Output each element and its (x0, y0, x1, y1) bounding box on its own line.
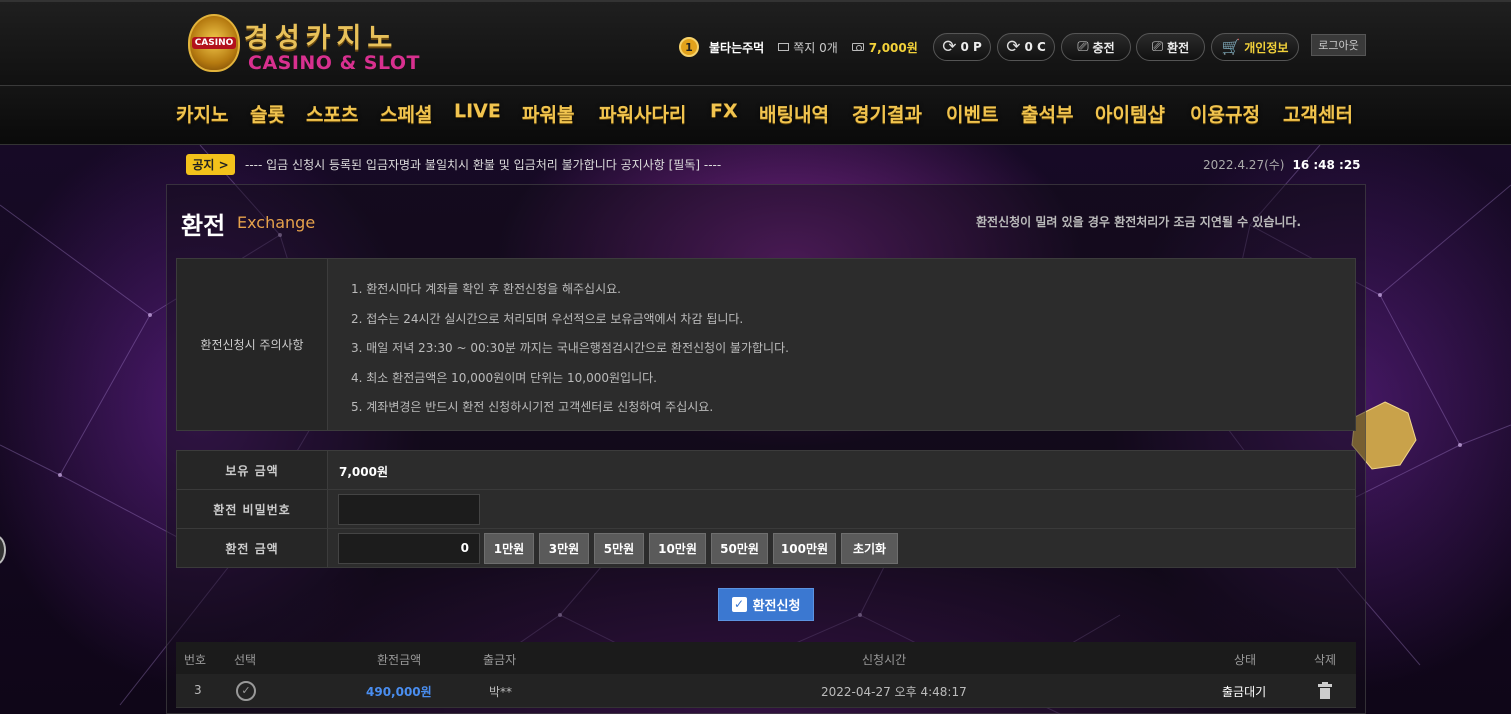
nav-power-ladder[interactable]: 파워사다리 (599, 100, 686, 127)
emblem-text: CASINO (191, 37, 237, 49)
balance-amount: 7,000원 (339, 465, 388, 479)
reset-button[interactable]: 초기화 (841, 533, 898, 564)
col-time: 신청시간 (862, 653, 907, 667)
comp-button[interactable]: ⟳ 0 C (997, 33, 1055, 61)
col-amount: 환전금액 (377, 653, 422, 667)
refresh-icon: ⟳ (1006, 37, 1021, 57)
deposit-label: 충전 (1092, 40, 1115, 55)
add-100k-button[interactable]: 10만원 (649, 533, 706, 564)
clock-date: 2022.4.27(수) (1203, 158, 1285, 172)
add-1m-button[interactable]: 100만원 (773, 533, 836, 564)
main-nav: 카지노 슬롯 스포츠 스페셜 LIVE 파워볼 파워사다리 FX 배팅내역 경기… (0, 86, 1511, 145)
nav-casino[interactable]: 카지노 (176, 100, 228, 127)
deposit-icon: ⎚ (1077, 39, 1089, 55)
row-amount: 490,000원 (366, 685, 432, 699)
level-badge: 1 (679, 37, 699, 57)
username: 불타는주먹 (709, 40, 765, 55)
submit-exchange-button[interactable]: ✓ 환전신청 (718, 588, 814, 621)
messages-count: 쪽지 0개 (793, 40, 838, 55)
history-header: 번호 선택 환전금액 출금자 신청시간 상태 삭제 (176, 642, 1356, 674)
cash-icon (851, 43, 864, 51)
cart-icon: 🛒 (1221, 38, 1241, 56)
nav-rules[interactable]: 이용규정 (1190, 100, 1260, 127)
balance-row: 보유 금액 7,000원 (177, 451, 1355, 490)
exchange-icon: ⎚ (1151, 39, 1164, 55)
trash-icon[interactable] (1318, 682, 1332, 699)
top-header: CASINO 경성카지노 CASINO & SLOT 1 불타는주먹 쪽지 0개… (0, 0, 1511, 86)
comp-label: 0 C (1024, 40, 1046, 54)
balance-value: 7,000원 (868, 40, 918, 55)
caution-box: 환전신청시 주의사항 1. 환전시마다 계좌를 확인 후 환전신청을 해주십시요… (176, 258, 1356, 431)
exchange-amount-field[interactable]: 0 (338, 533, 480, 564)
clock-time: 16 :48 :25 (1292, 158, 1361, 172)
nav-slot[interactable]: 슬롯 (250, 100, 285, 127)
clock: 2022.4.27(수) 16 :48 :25 (1203, 156, 1361, 173)
col-select: 선택 (234, 653, 257, 667)
exchange-button[interactable]: ⎚ 환전 (1136, 33, 1205, 61)
row-name: 박** (489, 685, 513, 699)
logo-korean-text: 경성카지노 (244, 23, 399, 54)
nav-bet-history[interactable]: 배팅내역 (759, 100, 829, 127)
exchange-label: 환전 (1167, 40, 1190, 55)
messages-link[interactable]: 쪽지 0개 (778, 39, 838, 56)
row-time: 2022-04-27 오후 4:48:17 (821, 685, 967, 699)
select-check-icon[interactable]: ✓ (236, 681, 256, 701)
col-status: 상태 (1234, 653, 1257, 667)
delay-note: 환전신청이 밀려 있을 경우 환전처리가 조금 지연될 수 있습니다. (976, 215, 1302, 229)
site-logo[interactable]: CASINO 경성카지노 CASINO & SLOT (188, 14, 438, 78)
notice-badge[interactable]: 공지 > (186, 154, 235, 175)
caution-item: 4. 최소 환전금액은 10,000원이며 단위는 10,000원입니다. (351, 370, 657, 385)
add-30k-button[interactable]: 3만원 (539, 533, 589, 564)
caution-item: 3. 매일 저녁 23:30 ~ 00:30분 까지는 국내은행점검시간으로 환… (351, 341, 789, 355)
profile-button[interactable]: 🛒 개인정보 (1211, 33, 1299, 61)
checkbox-icon: ✓ (731, 597, 747, 612)
password-label: 환전 비밀번호 (177, 490, 328, 528)
add-50k-button[interactable]: 5만원 (594, 533, 644, 564)
user-info: 1 불타는주먹 쪽지 0개 7,000원 (679, 32, 918, 62)
nav-events[interactable]: 이벤트 (946, 100, 998, 127)
nav-sports[interactable]: 스포츠 (306, 100, 358, 127)
page-title: 환전 (181, 212, 226, 240)
point-label: 0 P (960, 40, 982, 54)
caution-list: 1. 환전시마다 계좌를 확인 후 환전신청을 해주십시요. 2. 접수는 24… (351, 280, 789, 428)
nav-live[interactable]: LIVE (454, 100, 501, 122)
add-500k-button[interactable]: 50만원 (711, 533, 768, 564)
envelope-icon (778, 43, 790, 51)
caution-item: 5. 계좌변경은 반드시 환전 신청하시기전 고객센터로 신청하여 주십시요. (351, 400, 714, 414)
refresh-icon: ⟳ (942, 37, 957, 57)
logo-english-text: CASINO & SLOT (248, 52, 420, 74)
logout-button[interactable]: 로그아웃 (1311, 34, 1366, 56)
nav-attendance[interactable]: 출석부 (1021, 100, 1073, 127)
nav-results[interactable]: 경기결과 (852, 100, 922, 127)
row-status: 출금대기 (1222, 685, 1267, 699)
balance-label: 보유 금액 (177, 451, 328, 489)
caution-label: 환전신청시 주의사항 (177, 259, 328, 430)
nav-powerball[interactable]: 파워볼 (522, 100, 574, 127)
caution-item: 1. 환전시마다 계좌를 확인 후 환전신청을 해주십시요. (351, 282, 621, 296)
nav-customer-center[interactable]: 고객센터 (1283, 100, 1353, 127)
add-10k-button[interactable]: 1만원 (484, 533, 534, 564)
caution-item: 2. 접수는 24시간 실시간으로 처리되며 우선적으로 보유금액에서 차감 됩… (351, 311, 744, 326)
table-row: 3 ✓ 490,000원 박** 2022-04-27 오후 4:48:17 출… (176, 674, 1356, 708)
point-button[interactable]: ⟳ 0 P (933, 33, 991, 61)
balance-display: 7,000원 (851, 39, 918, 56)
notice-ticker[interactable]: ---- 입금 신청시 등록된 입금자명과 불일치시 환불 및 입금처리 불가합… (245, 156, 721, 173)
amount-label: 환전 금액 (177, 529, 328, 567)
nav-special[interactable]: 스페셜 (380, 100, 432, 127)
profile-label: 개인정보 (1244, 40, 1289, 55)
deposit-button[interactable]: ⎚ 충전 (1061, 33, 1131, 61)
nav-fx[interactable]: FX (710, 100, 738, 122)
col-number: 번호 (184, 653, 207, 667)
exchange-password-field[interactable] (338, 494, 480, 525)
col-delete: 삭제 (1314, 653, 1337, 667)
casino-emblem-icon: CASINO (188, 14, 240, 72)
page-subtitle: Exchange (237, 213, 316, 232)
exchange-form: 보유 금액 7,000원 환전 비밀번호 환전 금액 0 1만원 3만원 5만원… (176, 450, 1356, 568)
submit-label: 환전신청 (752, 599, 801, 614)
row-number: 3 (194, 683, 202, 697)
nav-item-shop[interactable]: 아이템샵 (1095, 100, 1165, 127)
col-name: 출금자 (483, 653, 517, 667)
